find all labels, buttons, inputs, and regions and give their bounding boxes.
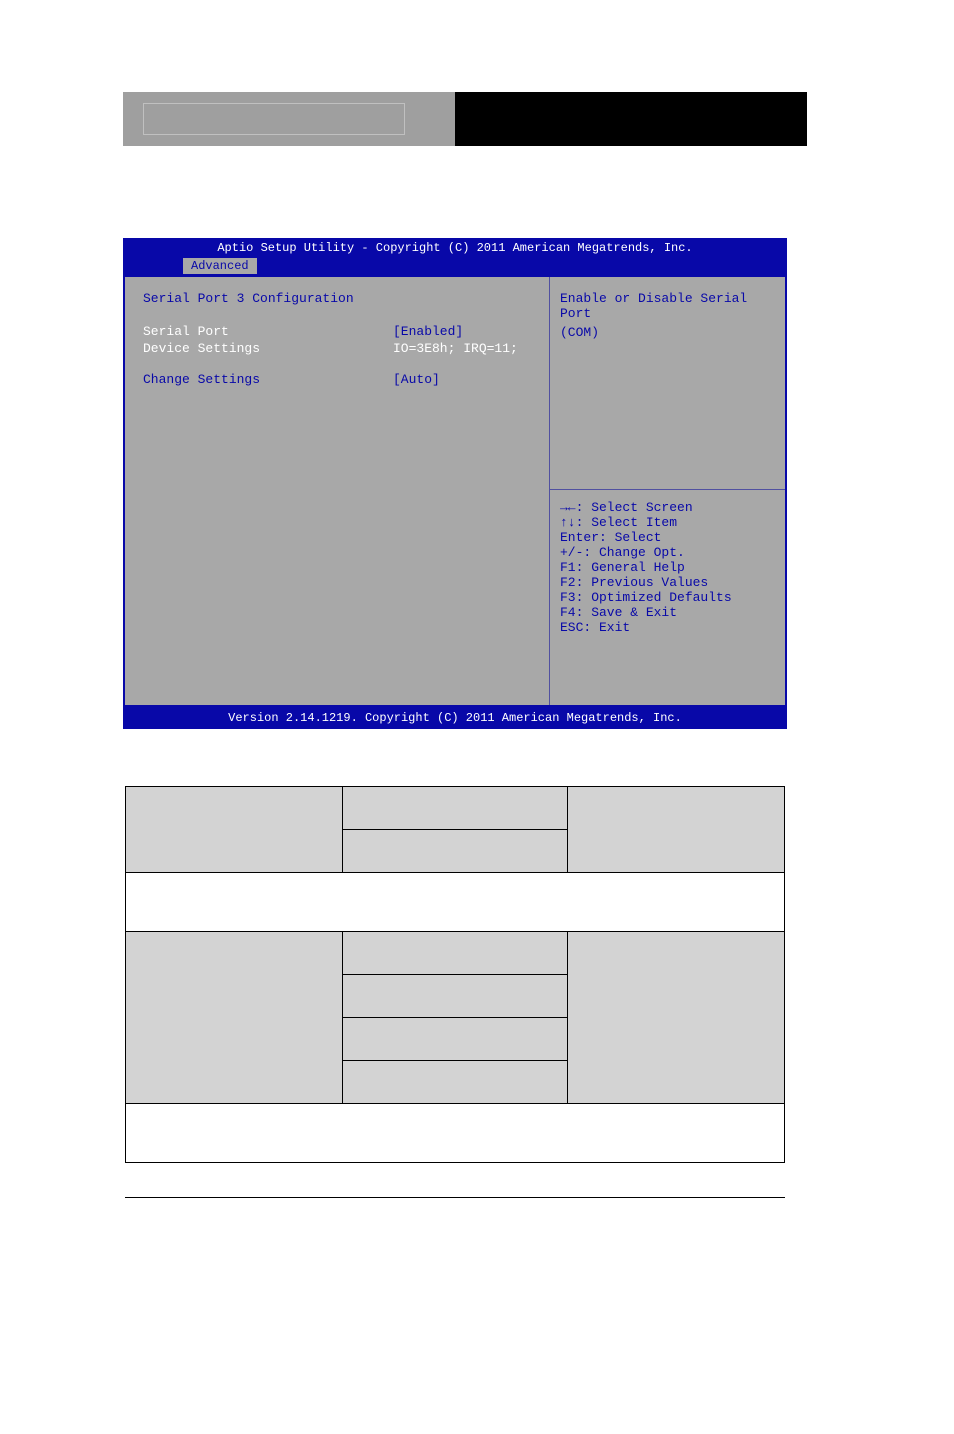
key-hint: →←: Select Screen bbox=[560, 500, 775, 515]
bios-screen: Aptio Setup Utility - Copyright (C) 2011… bbox=[123, 238, 787, 729]
key-hint: F3: Optimized Defaults bbox=[560, 590, 775, 605]
bios-footer: Version 2.14.1219. Copyright (C) 2011 Am… bbox=[123, 707, 787, 729]
options-tables bbox=[125, 786, 785, 1163]
table-cell bbox=[567, 787, 784, 873]
key-hint: F2: Previous Values bbox=[560, 575, 775, 590]
table-cell bbox=[343, 1061, 567, 1104]
header-right bbox=[455, 92, 807, 148]
header-left-inner bbox=[143, 103, 405, 135]
device-settings-label: Device Settings bbox=[143, 341, 393, 356]
footer-rule bbox=[125, 1197, 785, 1198]
separator bbox=[550, 489, 785, 490]
key-hint: F1: General Help bbox=[560, 560, 775, 575]
table-cell bbox=[567, 932, 784, 1104]
key-hint: ESC: Exit bbox=[560, 620, 775, 635]
bios-tabs: Advanced bbox=[123, 258, 787, 277]
change-settings-label[interactable]: Change Settings bbox=[143, 372, 393, 387]
table-cell bbox=[343, 830, 567, 873]
key-hint: F4: Save & Exit bbox=[560, 605, 775, 620]
serial-port-value[interactable]: [Enabled] bbox=[393, 324, 463, 339]
table-spacer bbox=[126, 873, 785, 932]
tab-advanced[interactable]: Advanced bbox=[183, 258, 257, 274]
table-cell bbox=[343, 975, 567, 1018]
bios-title: Aptio Setup Utility - Copyright (C) 2011… bbox=[123, 238, 787, 258]
header-left bbox=[123, 92, 455, 146]
bios-main-panel: Serial Port 3 Configuration Serial Port … bbox=[125, 277, 549, 705]
key-hint: Enter: Select bbox=[560, 530, 775, 545]
table-cell bbox=[126, 787, 343, 873]
device-settings-value: IO=3E8h; IRQ=11; bbox=[393, 341, 518, 356]
change-settings-value[interactable]: [Auto] bbox=[393, 372, 440, 387]
key-hint: +/-: Change Opt. bbox=[560, 545, 775, 560]
key-hint: ↑↓: Select Item bbox=[560, 515, 775, 530]
table-cell bbox=[126, 932, 343, 1104]
table-cell bbox=[343, 932, 567, 975]
panel-heading: Serial Port 3 Configuration bbox=[143, 291, 531, 306]
serial-port-label[interactable]: Serial Port bbox=[143, 324, 393, 339]
help-line-1: (COM) bbox=[560, 325, 775, 340]
page-header bbox=[123, 92, 807, 148]
bios-help-panel: Enable or Disable Serial Port (COM) →←: … bbox=[549, 277, 785, 705]
table-cell bbox=[343, 1018, 567, 1061]
help-line-0: Enable or Disable Serial Port bbox=[560, 291, 775, 321]
table-spacer bbox=[126, 1104, 785, 1163]
table-cell bbox=[343, 787, 567, 830]
